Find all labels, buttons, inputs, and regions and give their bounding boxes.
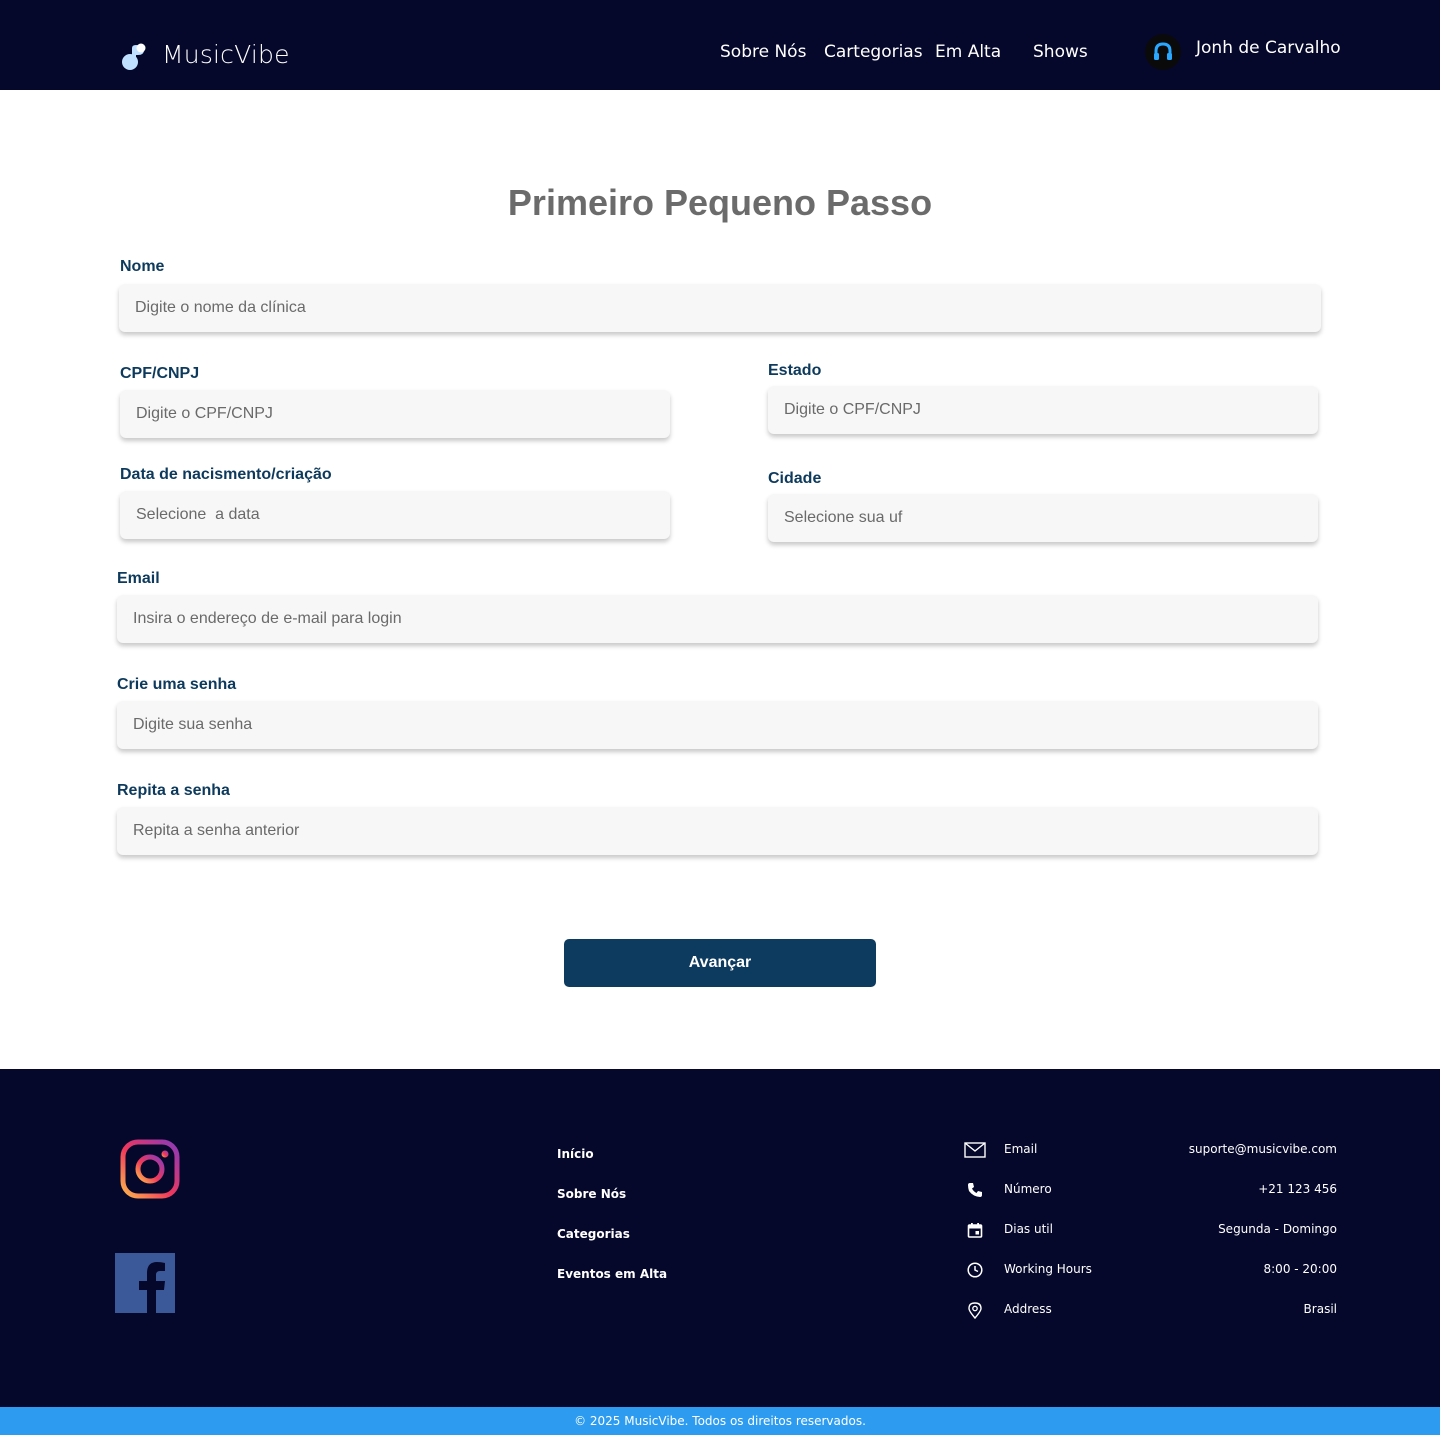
nav-shows[interactable]: Shows bbox=[1033, 42, 1088, 62]
cidade-input[interactable] bbox=[784, 494, 1318, 542]
data-nascimento-field[interactable] bbox=[120, 491, 670, 539]
contact-label-address: Address bbox=[1004, 1302, 1052, 1316]
email-input[interactable] bbox=[133, 595, 1318, 643]
senha-field[interactable] bbox=[117, 701, 1318, 749]
contact-value-numero[interactable]: +21 123 456 bbox=[1258, 1182, 1337, 1196]
user-headphones-icon bbox=[1154, 42, 1172, 60]
contact-label-hours: Working Hours bbox=[1004, 1262, 1092, 1276]
footer-link-categorias[interactable]: Categorias bbox=[557, 1227, 630, 1241]
cpf-cnpj-field[interactable] bbox=[120, 390, 670, 438]
cpf-cnpj-input[interactable] bbox=[136, 390, 670, 438]
estado-field[interactable] bbox=[768, 386, 1318, 434]
phone-icon bbox=[964, 1179, 986, 1201]
avancar-button[interactable]: Avançar bbox=[564, 939, 876, 987]
contact-value-email[interactable]: suporte@musicvibe.com bbox=[1189, 1142, 1337, 1156]
nav-sobre-nos[interactable]: Sobre Nós bbox=[720, 42, 806, 62]
contact-value-address: Brasil bbox=[1303, 1302, 1337, 1316]
label-email: Email bbox=[117, 570, 160, 587]
avatar[interactable] bbox=[1145, 34, 1181, 70]
brand-name[interactable]: MusicVibe bbox=[162, 40, 290, 69]
repita-senha-field[interactable] bbox=[117, 807, 1318, 855]
mail-icon bbox=[964, 1139, 986, 1161]
top-navbar: MusicVibe Sobre Nós Cartegorias Em Alta … bbox=[0, 0, 1440, 90]
label-data-nascimento: Data de nacismento/criação bbox=[120, 466, 332, 483]
estado-input[interactable] bbox=[784, 386, 1318, 434]
nome-input[interactable] bbox=[135, 284, 1321, 332]
cidade-field[interactable] bbox=[768, 494, 1318, 542]
label-repita-senha: Repita a senha bbox=[117, 782, 230, 799]
user-name[interactable]: Jonh de Carvalho bbox=[1196, 38, 1341, 58]
contact-value-dias: Segunda - Domingo bbox=[1218, 1222, 1337, 1236]
label-cidade: Cidade bbox=[768, 470, 822, 487]
contact-value-hours: 8:00 - 20:00 bbox=[1263, 1262, 1338, 1276]
contact-label-numero: Número bbox=[1004, 1182, 1052, 1196]
footer-link-eventos[interactable]: Eventos em Alta bbox=[557, 1267, 667, 1281]
location-pin-icon bbox=[964, 1299, 986, 1321]
data-nascimento-input[interactable] bbox=[136, 491, 670, 539]
logo-icon[interactable] bbox=[120, 42, 150, 72]
label-estado: Estado bbox=[768, 362, 822, 379]
facebook-icon[interactable] bbox=[115, 1253, 175, 1313]
page-title: Primeiro Pequeno Passo bbox=[507, 182, 933, 223]
label-nome: Nome bbox=[120, 258, 165, 275]
footer-link-inicio[interactable]: Início bbox=[557, 1147, 594, 1161]
label-cpf-cnpj: CPF/CNPJ bbox=[120, 365, 200, 382]
repita-senha-input[interactable] bbox=[133, 807, 1318, 855]
contact-label-dias: Dias util bbox=[1004, 1222, 1053, 1236]
clock-icon bbox=[964, 1259, 986, 1281]
calendar-icon bbox=[964, 1219, 986, 1241]
instagram-icon[interactable] bbox=[120, 1139, 180, 1199]
copyright-bar: © 2025 MusicVibe. Todos os direitos rese… bbox=[0, 1407, 1440, 1435]
footer-link-sobre-nos[interactable]: Sobre Nós bbox=[557, 1187, 626, 1201]
footer bbox=[0, 1069, 1440, 1407]
email-field[interactable] bbox=[117, 595, 1318, 643]
nav-categorias[interactable]: Cartegorias bbox=[824, 42, 923, 62]
label-senha: Crie uma senha bbox=[117, 676, 237, 693]
senha-input[interactable] bbox=[133, 701, 1318, 749]
nome-field[interactable] bbox=[119, 284, 1321, 332]
nav-em-alta[interactable]: Em Alta bbox=[935, 42, 1001, 62]
contact-label-email: Email bbox=[1004, 1142, 1038, 1156]
